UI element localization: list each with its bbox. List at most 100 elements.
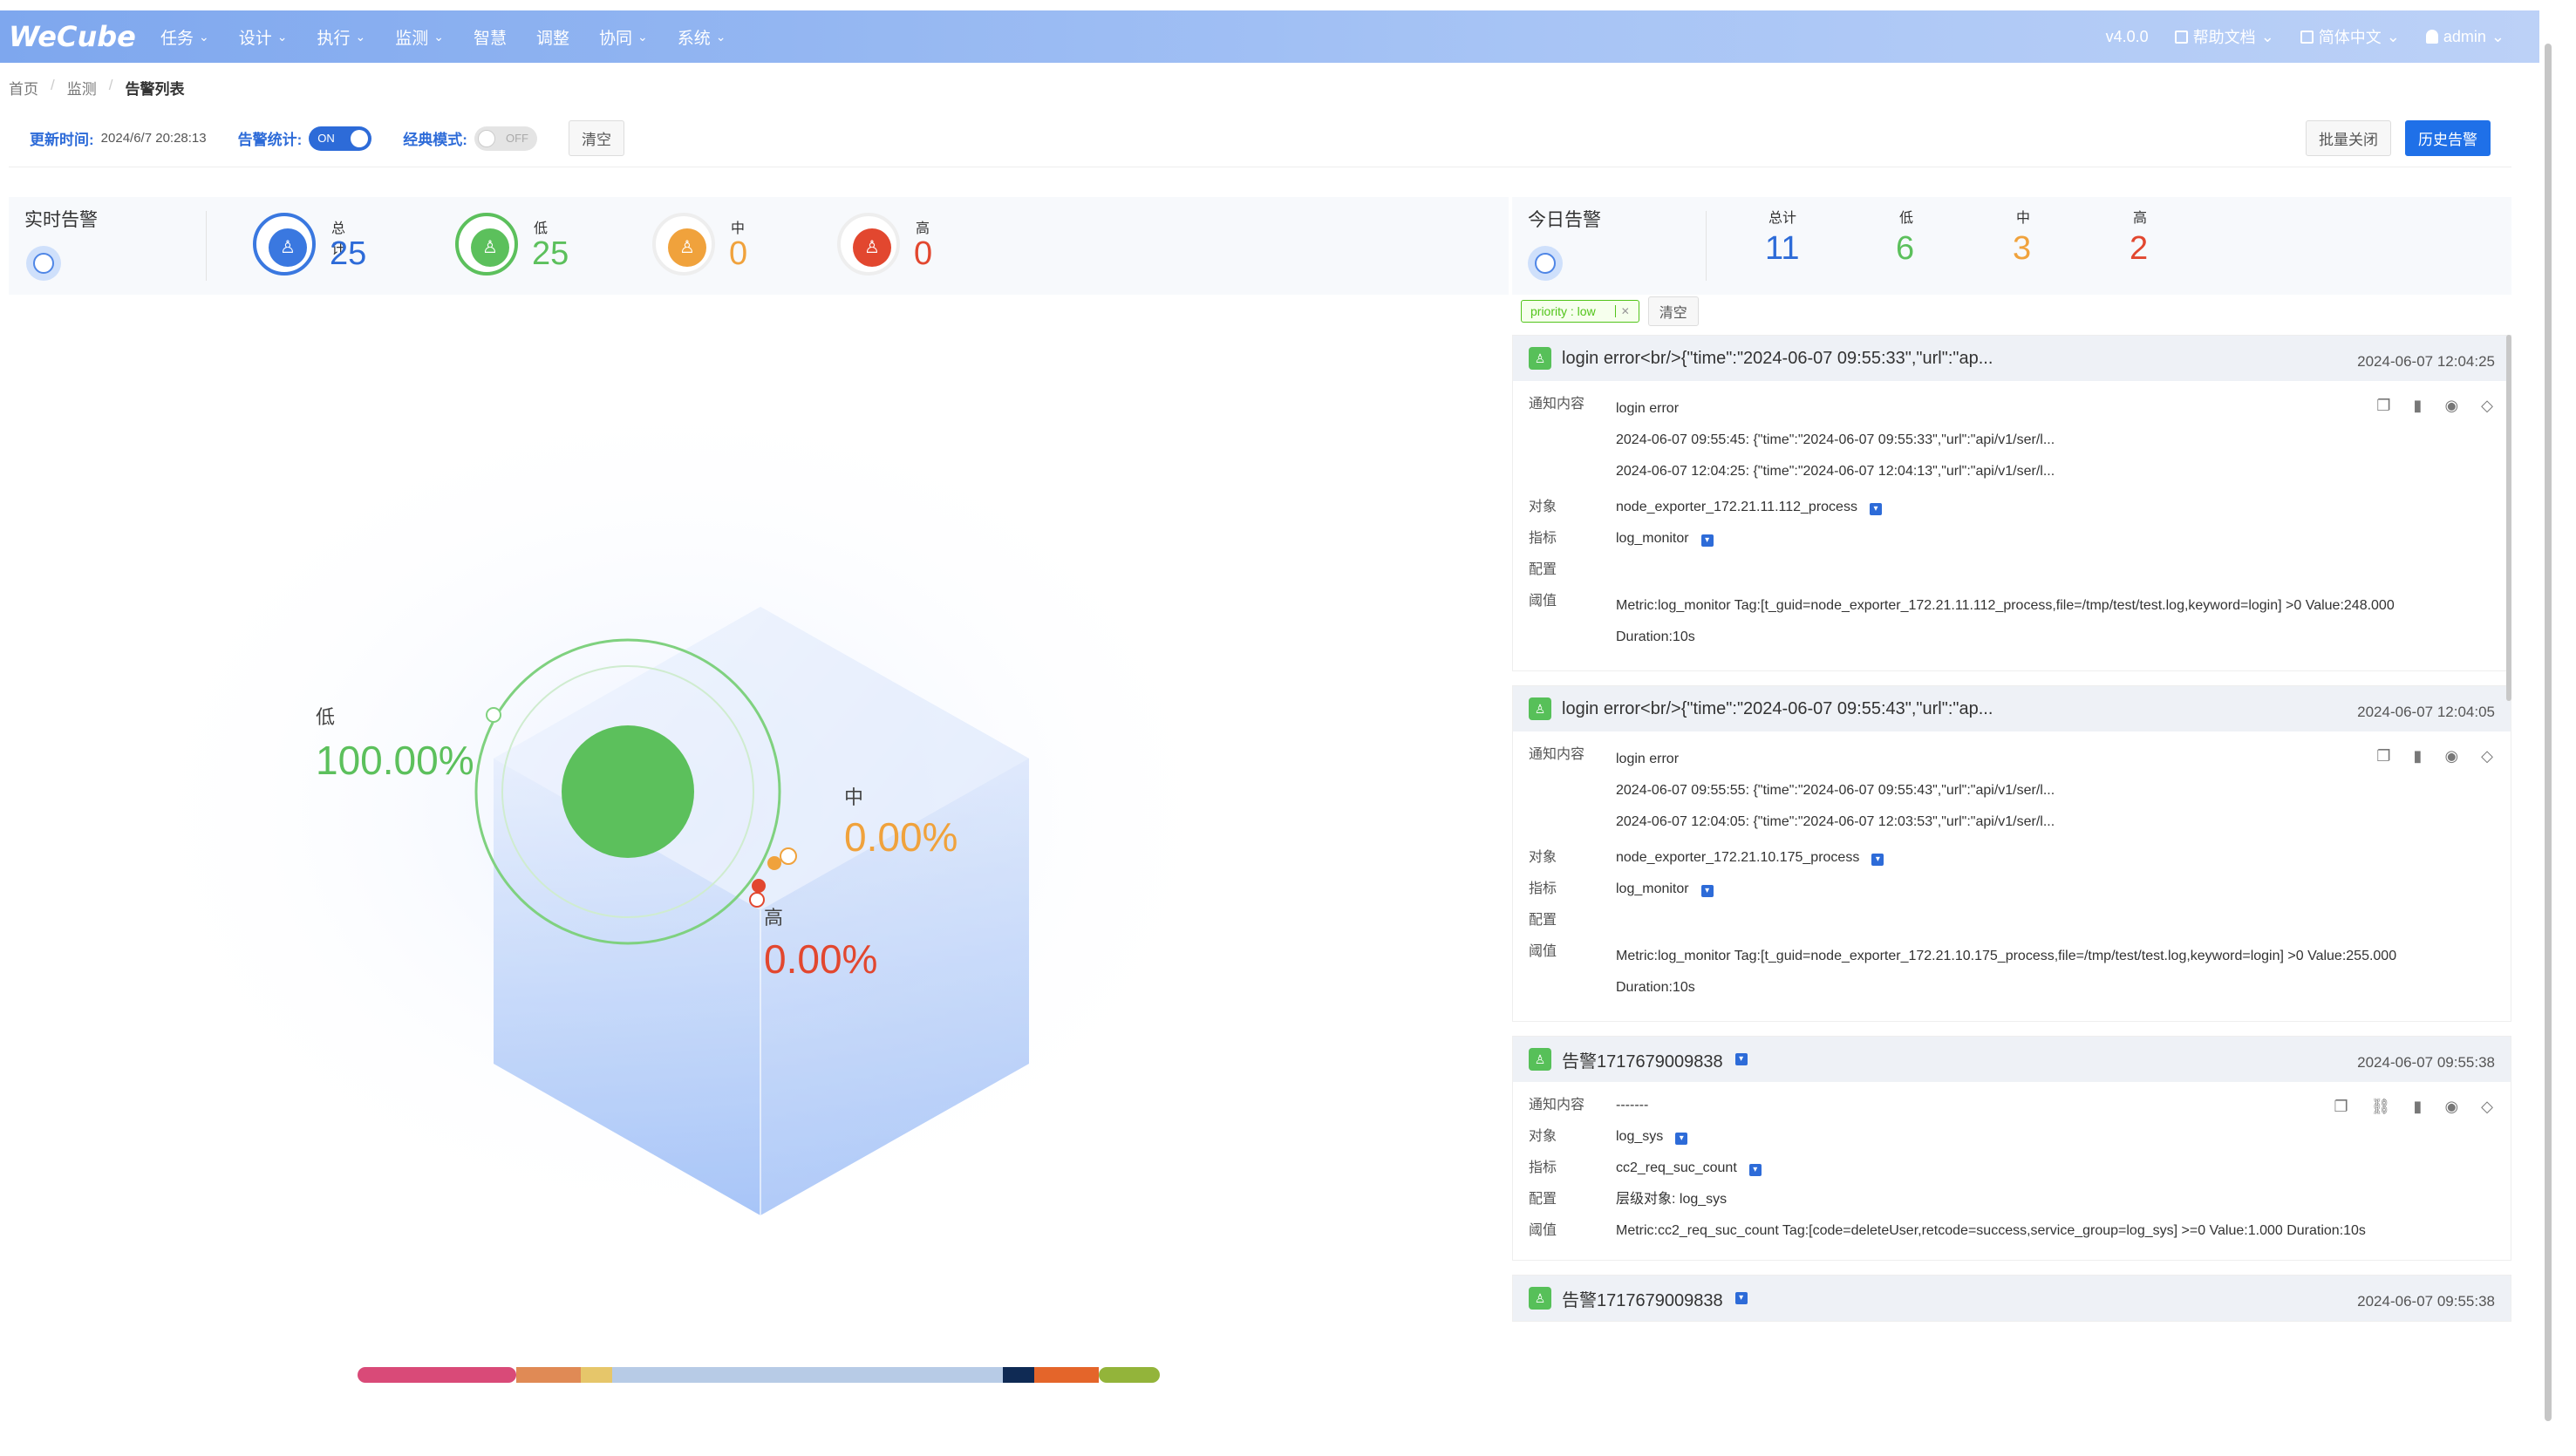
help-docs-menu[interactable]: 帮助文档 ⌄ xyxy=(2174,25,2274,48)
alarm-title: login error<br/>{"time":"2024-06-07 09:5… xyxy=(1562,698,1993,718)
stat-value: 11 xyxy=(1765,230,1800,267)
today-stat-high[interactable]: 高 2 xyxy=(2130,206,2148,268)
clear-button[interactable]: 清空 xyxy=(568,120,624,156)
scroll-thumb[interactable] xyxy=(2545,44,2552,1421)
metric-text: log_monitor xyxy=(1616,881,1689,896)
classic-mode-switch[interactable]: OFF xyxy=(474,126,537,151)
page-scrollbar[interactable] xyxy=(2541,35,2553,1447)
user-menu[interactable]: admin ⌄ xyxy=(2425,27,2504,46)
field-label: 指标 xyxy=(1529,881,1557,896)
bar-chart-icon[interactable]: ▮ xyxy=(2414,747,2423,765)
chevron-down-icon: ⌄ xyxy=(276,29,288,44)
eye-icon[interactable]: ◉ xyxy=(2444,1098,2458,1116)
filter-icon[interactable]: ▾ xyxy=(1700,534,1714,547)
eye-icon[interactable]: ◉ xyxy=(2444,397,2458,415)
top-navbar: WeCube 任务 ⌄ 设计 ⌄ 执行 ⌄ 监测 ⌄ 智慧 调整 协同 ⌄ 系统 ⌄ v4.… xyxy=(0,10,2539,63)
switch-text: OFF xyxy=(505,131,528,145)
tag-icon[interactable]: ◇ xyxy=(2481,747,2493,765)
alarm-icon: ♙ xyxy=(471,228,509,267)
alarm-card-body: ❐ ▮ ◉ ◇ 通知内容 login error 2024-06-07 09:55:… xyxy=(1513,731,2511,1021)
config-value xyxy=(1616,559,2495,582)
update-time-value: 2024/6/7 20:28:13 xyxy=(100,131,207,146)
threshold-row: 阈值 Metric:log_monitor Tag:[t_guid=node_ex… xyxy=(1529,941,2495,1004)
batch-close-button[interactable]: 批量关闭 xyxy=(2306,120,2391,156)
pie-slice-low[interactable] xyxy=(562,725,694,858)
menu-item-wisdom[interactable]: 智慧 xyxy=(474,25,507,49)
content-line: login error xyxy=(1616,752,1680,766)
bar-chart-icon[interactable]: ▮ xyxy=(2414,397,2423,415)
menu-item-system[interactable]: 系统 ⌄ xyxy=(678,25,726,49)
filter-icon[interactable]: ▾ xyxy=(1675,1133,1688,1145)
copy-icon[interactable]: ❐ xyxy=(2334,1098,2348,1116)
pie-slice-mid[interactable] xyxy=(767,856,781,870)
today-stat-mid[interactable]: 中 3 xyxy=(2013,206,2031,268)
priority-filter-tag[interactable]: priority : low ✕ xyxy=(1521,300,1639,323)
breadcrumb-home[interactable]: 首页 xyxy=(9,77,38,99)
menu-item-adjust[interactable]: 调整 xyxy=(536,25,569,49)
language-menu[interactable]: 简体中文 ⌄ xyxy=(2300,25,2400,48)
close-icon[interactable]: ✕ xyxy=(1614,305,1630,317)
alarm-stats-switch[interactable]: ON xyxy=(309,126,372,151)
copy-icon[interactable]: ❐ xyxy=(2376,397,2390,415)
tag-icon[interactable]: ◇ xyxy=(2481,1098,2493,1116)
filter-icon[interactable]: ▾ xyxy=(1734,1053,1748,1065)
filter-icon[interactable]: ▾ xyxy=(1700,885,1714,897)
threshold-text: Metric:log_monitor Tag:[t_guid=node_expo… xyxy=(1616,949,2397,963)
content-row: 通知内容 login error 2024-06-07 09:55:55: {"ti… xyxy=(1529,744,2495,838)
control-bar: 更新时间: 2024/6/7 20:28:13 告警统计: ON 经典模式: O… xyxy=(9,110,2511,167)
menu-item-design[interactable]: 设计 ⌄ xyxy=(239,25,288,49)
app-logo[interactable]: WeCube xyxy=(9,20,140,53)
filter-icon[interactable]: ▾ xyxy=(1734,1292,1748,1304)
chevron-down-icon: ⌄ xyxy=(715,29,726,44)
config-row: 配置 xyxy=(1529,909,2495,932)
field-label: 对象 xyxy=(1529,850,1557,865)
total-ring: ♙ xyxy=(253,213,316,276)
menu-item-task[interactable]: 任务 ⌄ xyxy=(160,25,209,49)
mid-ring: ♙ xyxy=(652,213,715,276)
content-row: 通知内容 login error 2024-06-07 09:55:45: {"ti… xyxy=(1529,393,2495,487)
stat-label: 总计 xyxy=(1768,211,1797,226)
field-label: 配置 xyxy=(1529,913,1557,928)
menu-item-monitor[interactable]: 监测 ⌄ xyxy=(395,25,444,49)
today-stat-low[interactable]: 低 6 xyxy=(1896,206,1914,268)
stat-value: 25 xyxy=(532,235,569,272)
stat-label: 中 xyxy=(2016,211,2031,226)
field-label: 通知内容 xyxy=(1529,1098,1585,1112)
object-row: 对象 node_exporter_172.21.10.175_process ▾ xyxy=(1529,847,2495,869)
content-value: login error 2024-06-07 09:55:45: {"time":… xyxy=(1616,393,2495,487)
field-label: 配置 xyxy=(1529,1192,1557,1207)
metric-text: cc2_req_suc_count xyxy=(1616,1160,1737,1175)
control-actions: 批量关闭 历史告警 xyxy=(2306,120,2491,156)
breadcrumb-current: 告警列表 xyxy=(125,81,185,98)
chevron-down-icon: ⌄ xyxy=(355,29,366,44)
link-icon[interactable]: ⛓ xyxy=(2371,1098,2391,1116)
tag-text: priority : low xyxy=(1530,304,1596,318)
filter-icon[interactable]: ▾ xyxy=(1871,854,1884,866)
stat-label: 低 xyxy=(1899,211,1914,226)
menu-label: 任务 xyxy=(160,29,194,48)
metric-value: log_monitor ▾ xyxy=(1616,527,2495,550)
field-label: 阈值 xyxy=(1529,594,1557,609)
menu-item-collab[interactable]: 协同 ⌄ xyxy=(599,25,648,49)
bar-chart-icon[interactable]: ▮ xyxy=(2414,1098,2423,1116)
filter-icon[interactable]: ▾ xyxy=(1748,1164,1762,1176)
alarm-time: 2024-06-07 09:55:38 xyxy=(2357,1293,2495,1310)
alarm-list-scrollbar[interactable] xyxy=(2506,335,2511,701)
breadcrumb-monitor[interactable]: 监测 xyxy=(67,77,97,99)
alarm-actions: ❐ ▮ ◉ ◇ xyxy=(2376,397,2493,415)
today-stat-total[interactable]: 总计 11 xyxy=(1765,206,1799,268)
breadcrumb-separator: / xyxy=(51,77,55,93)
tag-icon[interactable]: ◇ xyxy=(2481,397,2493,415)
alarm-icon: ♙ xyxy=(668,228,706,267)
threshold-value: Metric:log_monitor Tag:[t_guid=node_expo… xyxy=(1616,590,2495,653)
chevron-down-icon: ⌄ xyxy=(2491,27,2504,45)
history-alarm-button[interactable]: 历史告警 xyxy=(2405,120,2491,156)
filter-icon[interactable]: ▾ xyxy=(1869,503,1882,515)
classic-mode-label: 经典模式: xyxy=(403,132,467,148)
menu-item-execute[interactable]: 执行 ⌄ xyxy=(317,25,366,49)
pie-slice-high[interactable] xyxy=(752,879,766,893)
menu-label: 设计 xyxy=(238,29,272,48)
eye-icon[interactable]: ◉ xyxy=(2444,747,2458,765)
copy-icon[interactable]: ❐ xyxy=(2376,747,2390,765)
filter-clear-button[interactable]: 清空 xyxy=(1647,296,1699,326)
